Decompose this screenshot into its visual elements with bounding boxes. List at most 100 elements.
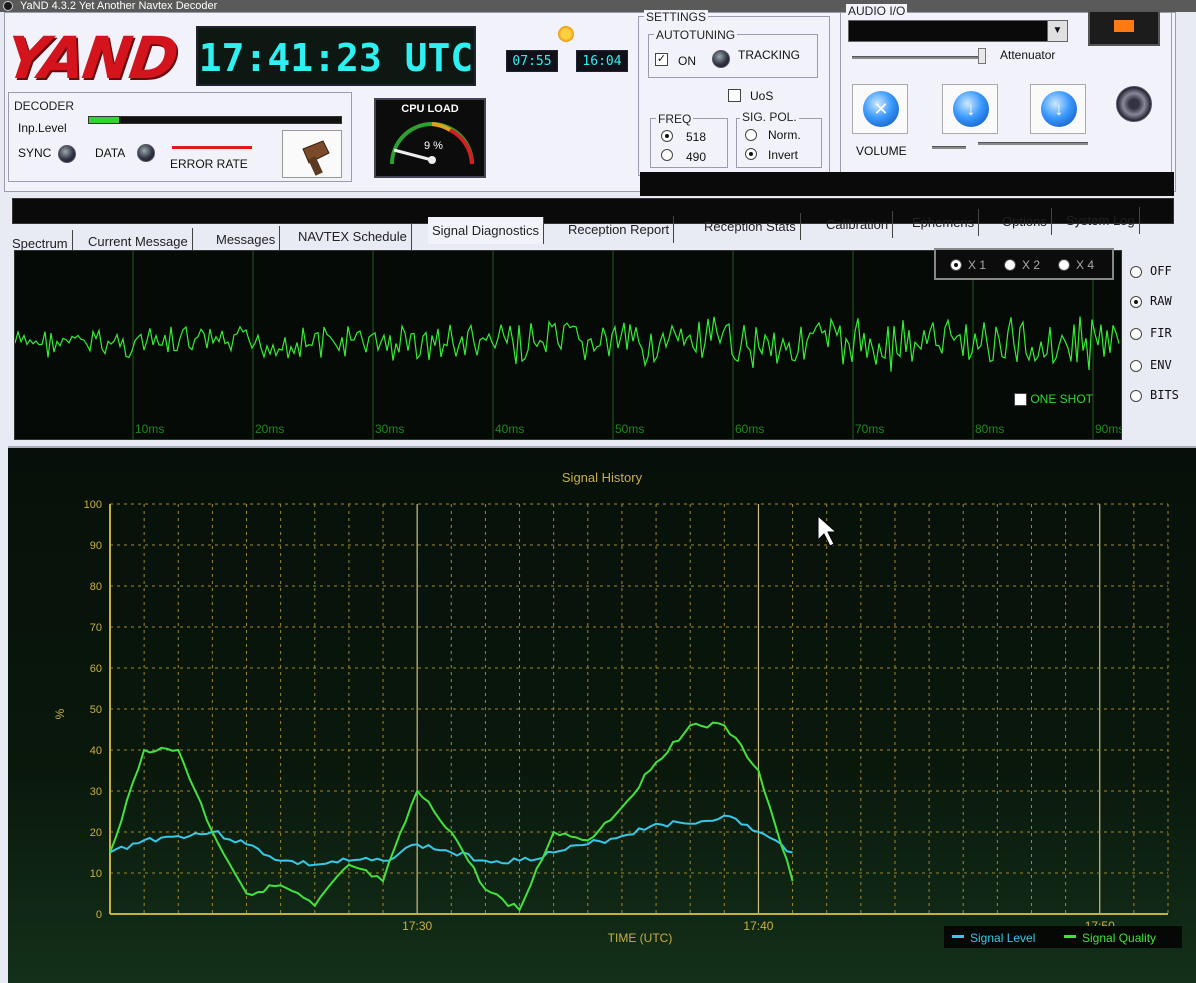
tracking-label: TRACKING: [738, 48, 801, 62]
sigpol-invert-radio[interactable]: [745, 148, 757, 160]
legend-swatch: [1064, 935, 1076, 938]
mode-fir-label: FIR: [1150, 326, 1172, 340]
tab-system-log[interactable]: System Log: [1062, 207, 1140, 234]
tab-messages[interactable]: Messages: [212, 226, 281, 253]
y-tick-label: 90: [90, 540, 102, 552]
status-bar: [640, 172, 1174, 196]
scope-mode-group: OFF RAW FIR ENV BITS: [1126, 258, 1190, 408]
mute-button[interactable]: ✕: [852, 84, 908, 134]
scope-tick-label: 10ms: [135, 422, 164, 436]
scope-tick-label: 80ms: [975, 422, 1004, 436]
record-button[interactable]: ↓: [942, 84, 998, 134]
scope-tick-label: 40ms: [495, 422, 524, 436]
sun-icon: [558, 26, 574, 42]
y-tick-label: 0: [96, 909, 102, 921]
sigpol-norm-label: Norm.: [768, 128, 801, 142]
tab-options[interactable]: Options: [998, 208, 1052, 235]
tab-reception-stats[interactable]: Reception Stats: [700, 213, 801, 240]
legend-label: Signal Quality: [1082, 931, 1156, 945]
hammer-icon: [302, 140, 330, 176]
signal-history-panel: Signal History 0 10 20 30 40 50 60 70 80 90 100 17:3…: [8, 446, 1196, 983]
data-led: [137, 144, 155, 162]
utc-clock: 17:41:23 UTC: [196, 26, 476, 86]
x-tick-label: 17:30: [402, 919, 432, 933]
tab-ephemeris[interactable]: Ephemeris: [908, 209, 980, 236]
speaker-icon: [1116, 86, 1152, 122]
scope-tick-label: 30ms: [375, 422, 404, 436]
mute-icon: ✕: [863, 91, 899, 127]
tab-reception-report[interactable]: Reception Report: [564, 216, 675, 243]
volume-label: VOLUME: [856, 144, 907, 158]
zoom-x4-radio[interactable]: [1058, 259, 1070, 271]
receiver-icon: [1088, 10, 1160, 46]
legend-label: Signal Level: [970, 931, 1035, 945]
x-tick-label: 17:40: [743, 919, 773, 933]
reset-decoder-button[interactable]: [282, 130, 342, 178]
signal-history-chart: Signal History 0 10 20 30 40 50 60 70 80 90 100 17:3…: [53, 470, 1182, 948]
zoom-x4-label: X 4: [1076, 258, 1095, 272]
mode-env-radio[interactable]: [1130, 360, 1142, 372]
y-tick-label: 60: [90, 663, 102, 675]
error-rate-indicator: [172, 146, 252, 149]
mode-fir-radio[interactable]: [1130, 328, 1142, 340]
y-tick-label: 10: [90, 868, 102, 880]
chevron-down-icon: ▼: [1047, 21, 1067, 41]
one-shot-option: ONE SHOT: [1014, 392, 1093, 407]
freq-490-radio[interactable]: [661, 149, 673, 161]
data-label: DATA: [95, 146, 126, 160]
tab-signal-diagnostics[interactable]: Signal Diagnostics: [428, 217, 544, 244]
one-shot-checkbox[interactable]: [1014, 393, 1027, 407]
y-tick-label: 30: [90, 786, 102, 798]
play-button[interactable]: ↓: [1030, 84, 1086, 134]
sync-led: [58, 145, 76, 163]
inp-level-meter: [88, 116, 342, 124]
audio-device-select[interactable]: ▼: [848, 20, 1068, 42]
inp-level-fill: [89, 117, 120, 123]
freq-518-label: 518: [686, 130, 707, 144]
mode-bits-label: BITS: [1150, 388, 1179, 402]
freq-label: FREQ: [656, 112, 694, 126]
autotuning-label: AUTOTUNING: [654, 28, 738, 42]
scope-tick-label: 20ms: [255, 422, 284, 436]
window-title: YaND 4.3.2 Yet Another Navtex Decoder: [20, 0, 218, 12]
mode-raw-label: RAW: [1150, 294, 1172, 308]
decoder-label: DECODER: [12, 99, 77, 113]
mode-bits-radio[interactable]: [1130, 390, 1142, 402]
mode-off-radio[interactable]: [1130, 266, 1142, 278]
y-tick-label: 100: [84, 499, 102, 511]
tab-bar: Spectrum Current Message Messages NAVTEX…: [8, 207, 1158, 257]
legend-swatch: [952, 935, 964, 938]
y-tick-label: 80: [90, 581, 102, 593]
zoom-x1-radio[interactable]: [950, 259, 962, 271]
settings-label: SETTINGS: [644, 10, 709, 24]
autotuning-on-checkbox[interactable]: ✓: [655, 53, 668, 66]
audio-io-label: AUDIO I/O: [846, 4, 908, 18]
freq-518-radio[interactable]: [661, 130, 673, 142]
tab-navtex-schedule[interactable]: NAVTEX Schedule: [294, 223, 412, 250]
volume-track: [932, 146, 966, 149]
tab-calibration[interactable]: Calibration: [822, 211, 894, 238]
zoom-x2-label: X 2: [1022, 258, 1041, 272]
sigpol-norm-radio[interactable]: [745, 129, 757, 141]
sigpol-invert-label: Invert: [768, 148, 799, 162]
zoom-x1-label: X 1: [968, 258, 987, 272]
inp-level-label: Inp.Level: [18, 121, 67, 135]
scope-tick-label: 70ms: [855, 422, 884, 436]
autotuning-on-label: ON: [678, 54, 696, 68]
cpu-load-value: 9 %: [424, 140, 443, 152]
play-icon: ↓: [1041, 91, 1077, 127]
zoom-selector: X 1 X 2 X 4: [934, 248, 1114, 280]
y-tick-label: 70: [90, 622, 102, 634]
y-tick-label: 40: [90, 745, 102, 757]
uos-checkbox[interactable]: [728, 89, 741, 102]
mode-raw-radio[interactable]: [1130, 296, 1142, 308]
scope-tick-label: 50ms: [615, 422, 644, 436]
scope-tick-label: 90ms: [1095, 422, 1121, 436]
attenuator-slider[interactable]: [978, 48, 986, 64]
mode-env-label: ENV: [1150, 358, 1172, 372]
x-axis-label: TIME (UTC): [608, 931, 673, 945]
zoom-x2-radio[interactable]: [1004, 259, 1016, 271]
app-menu-icon[interactable]: [3, 1, 13, 11]
balance-slider[interactable]: [978, 142, 1088, 145]
window-titlebar: YaND 4.3.2 Yet Another Navtex Decoder: [0, 0, 1196, 12]
